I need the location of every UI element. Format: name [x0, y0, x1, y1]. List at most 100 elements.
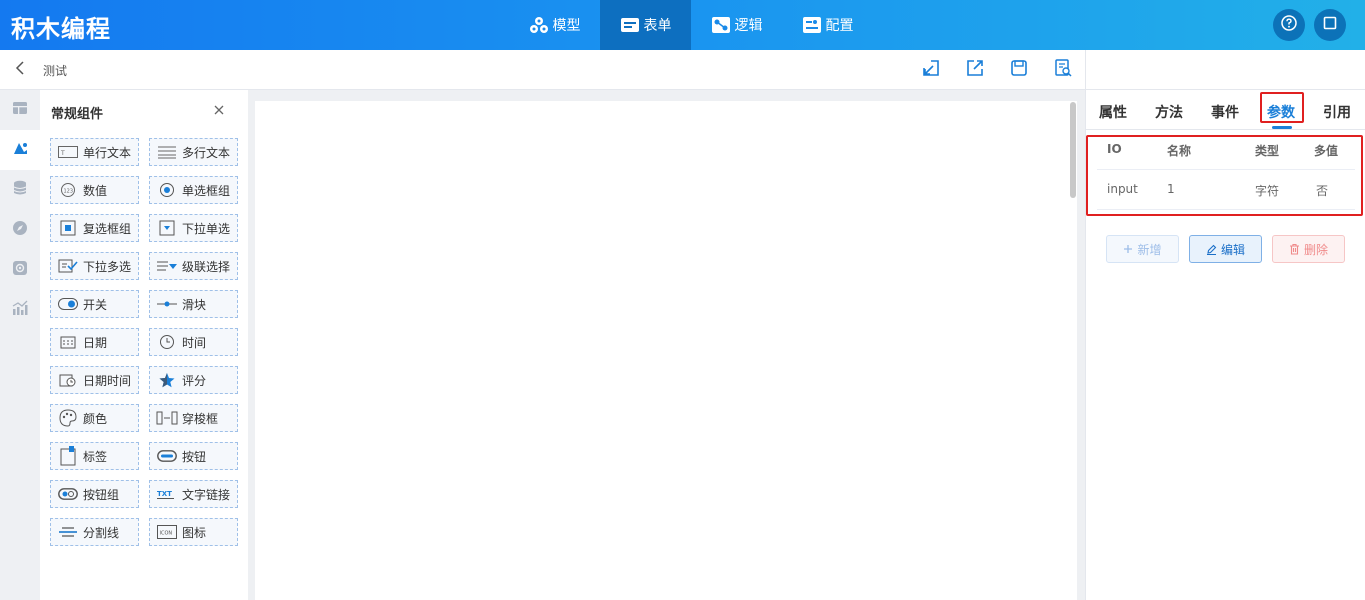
left-icon-rail: [0, 90, 40, 600]
trash-icon: [1289, 243, 1300, 255]
component-item[interactable]: 按钮: [149, 442, 238, 470]
component-panel: 常规组件 T 单行文本 多行文本 123 数值 单选框组 复选框组 下拉单选 下拉多选 级联选择开…: [40, 90, 248, 600]
component-item[interactable]: 穿梭框: [149, 404, 238, 432]
component-item[interactable]: 分割线: [50, 518, 139, 546]
component-item[interactable]: 下拉单选: [149, 214, 238, 242]
compass-icon: [12, 220, 28, 240]
tab-highlight-box: [1260, 92, 1304, 123]
edit-label: 编辑: [1220, 242, 1245, 257]
component-item[interactable]: 按钮组: [50, 480, 139, 508]
component-label: 复选框组: [83, 221, 132, 236]
component-item[interactable]: 颜色: [50, 404, 139, 432]
component-label: 级联选择: [182, 259, 231, 274]
component-item[interactable]: ICON 图标: [149, 518, 238, 546]
component-label: 数值: [83, 183, 108, 198]
page-title: 测试: [43, 64, 68, 78]
tabs-divider: [1086, 129, 1365, 130]
component-label: 日期: [83, 335, 108, 350]
square-icon: [1323, 16, 1337, 34]
number-icon: 123: [57, 182, 79, 198]
chevron-left-icon: [15, 61, 25, 79]
back-button[interactable]: [12, 61, 28, 79]
component-item[interactable]: TXT 文字链接: [149, 480, 238, 508]
properties-panel: 属性 方法 事件 参数 引用 IO 名称 类型 多值 input 1 字符 否 …: [1085, 90, 1365, 600]
component-item[interactable]: 时间: [149, 328, 238, 356]
canvas-scrollbar[interactable]: [1070, 102, 1076, 198]
preview-icon: [1053, 58, 1073, 82]
top-header: 积木编程 模型 表单 逻辑 配置: [0, 0, 1365, 50]
component-label: 下拉单选: [182, 221, 231, 236]
save-button[interactable]: [1009, 60, 1029, 80]
component-item[interactable]: 多行文本: [149, 138, 238, 166]
database-icon: [13, 180, 27, 200]
component-item[interactable]: 复选框组: [50, 214, 139, 242]
component-item[interactable]: 开关: [50, 290, 139, 318]
rail-chart[interactable]: [0, 290, 40, 330]
dropdown-icon: [156, 220, 178, 236]
nav-form[interactable]: 表单: [600, 0, 691, 50]
form-canvas[interactable]: [255, 101, 1077, 600]
tab-events[interactable]: 事件: [1211, 102, 1239, 122]
component-item[interactable]: T 单行文本: [50, 138, 139, 166]
rail-settings[interactable]: [0, 250, 40, 290]
rail-components[interactable]: [0, 130, 40, 170]
fullscreen-button[interactable]: [1314, 9, 1346, 41]
cubes-icon: [529, 16, 549, 34]
text-link-icon: TXT: [156, 486, 178, 502]
component-item[interactable]: 标签: [50, 442, 139, 470]
table-highlight-box: [1086, 135, 1363, 216]
preview-button[interactable]: [1053, 58, 1073, 82]
layout-icon: [12, 100, 28, 120]
svg-text:T: T: [60, 150, 65, 157]
component-label: 下拉多选: [83, 259, 132, 274]
rail-data[interactable]: [0, 170, 40, 210]
component-label: 图标: [182, 525, 207, 540]
component-label: 穿梭框: [182, 411, 219, 426]
tab-references[interactable]: 引用: [1323, 102, 1351, 122]
component-item[interactable]: 下拉多选: [50, 252, 139, 280]
component-item[interactable]: 评分: [149, 366, 238, 394]
component-item[interactable]: 单选框组: [149, 176, 238, 204]
multi-dropdown-icon: [57, 258, 79, 274]
gear-box-icon: [12, 260, 28, 280]
delete-param-button[interactable]: 删除: [1272, 235, 1345, 263]
rail-layout[interactable]: [0, 90, 40, 130]
component-item[interactable]: 滑块: [149, 290, 238, 318]
component-label: 时间: [182, 335, 207, 350]
palette-icon: [57, 409, 79, 427]
calendar-icon: [57, 334, 79, 350]
export-button[interactable]: [965, 60, 985, 80]
button-group-icon: [57, 486, 79, 502]
add-param-button[interactable]: 新增: [1106, 235, 1179, 263]
tab-methods[interactable]: 方法: [1155, 102, 1183, 122]
panel-close-button[interactable]: [212, 103, 226, 117]
component-label: 评分: [182, 373, 207, 388]
component-label: 滑块: [182, 297, 207, 312]
datetime-icon: [57, 372, 79, 388]
tab-attributes[interactable]: 属性: [1099, 102, 1127, 122]
switch-icon: [57, 296, 79, 312]
component-label: 日期时间: [83, 373, 132, 388]
export-icon: [965, 58, 985, 82]
nav-logic[interactable]: 逻辑: [691, 0, 782, 50]
component-label: 文字链接: [182, 487, 231, 502]
component-item[interactable]: 级联选择: [149, 252, 238, 280]
edit-param-button[interactable]: 编辑: [1189, 235, 1262, 263]
divider-icon: [57, 524, 79, 540]
shapes-icon: [11, 140, 29, 160]
import-button[interactable]: [921, 60, 941, 80]
component-item[interactable]: 日期: [50, 328, 139, 356]
rail-compass[interactable]: [0, 210, 40, 250]
component-label: 按钮: [182, 449, 207, 464]
sub-toolbar: 测试: [0, 50, 1085, 90]
nav-config[interactable]: 配置: [782, 0, 873, 50]
nav-logic-label: 逻辑: [734, 18, 763, 34]
component-item[interactable]: 123 数值: [50, 176, 139, 204]
transfer-icon: [156, 410, 178, 426]
component-item[interactable]: 日期时间: [50, 366, 139, 394]
nav-model[interactable]: 模型: [509, 0, 600, 50]
component-label: 开关: [83, 297, 108, 312]
nav-model-label: 模型: [552, 18, 581, 34]
help-button[interactable]: [1273, 9, 1305, 41]
radio-icon: [156, 182, 178, 198]
